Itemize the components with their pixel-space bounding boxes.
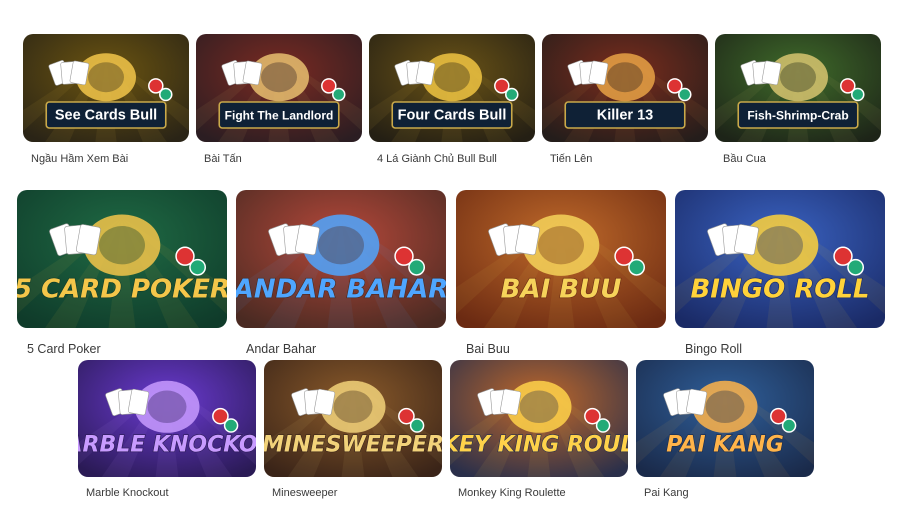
- game-card-marble-knockout[interactable]: MARBLE KNOCKOUT Marble Knockout: [78, 360, 256, 507]
- game-card-bingo-roll[interactable]: BINGO ROLL Bingo Roll: [675, 190, 885, 358]
- game-card-four-cards-bull[interactable]: Four Cards Bull 4 Lá Giành Chủ Bull Bull: [369, 34, 535, 172]
- game-thumbnail[interactable]: PAI KANG: [636, 360, 814, 477]
- game-caption[interactable]: Minesweeper: [272, 487, 337, 499]
- game-card-bai-buu[interactable]: BAI BUU Bai Buu: [456, 190, 666, 358]
- game-banner-title: See Cards Bull: [55, 108, 157, 124]
- game-card-andar-bahar[interactable]: ANDAR BAHAR Andar Bahar: [236, 190, 446, 358]
- game-logo-text: MARBLE KNOCKOUT: [78, 432, 256, 457]
- game-caption[interactable]: Ngầu Hầm Xem Bài: [31, 153, 128, 165]
- game-thumbnail[interactable]: 5 CARD POKER: [17, 190, 227, 328]
- game-caption[interactable]: Bầu Cua: [723, 153, 766, 165]
- game-logo-text: MINESWEEPER: [264, 432, 442, 457]
- game-caption[interactable]: 5 Card Poker: [27, 342, 101, 356]
- game-logo-text: PAI KANG: [666, 432, 784, 457]
- game-banner-title: Killer 13: [597, 108, 653, 124]
- game-logo-text: BAI BUU: [501, 275, 622, 305]
- game-caption[interactable]: Andar Bahar: [246, 342, 316, 356]
- game-card-killer-13[interactable]: Killer 13 Tiến Lên: [542, 34, 708, 172]
- game-card-minesweeper[interactable]: MINESWEEPER Minesweeper: [264, 360, 442, 507]
- game-card-5-card-poker[interactable]: 5 CARD POKER 5 Card Poker: [17, 190, 227, 358]
- game-thumbnail[interactable]: Four Cards Bull: [369, 34, 535, 142]
- game-thumbnail[interactable]: ANDAR BAHAR: [236, 190, 446, 328]
- game-card-see-cards-bull[interactable]: See Cards Bull Ngầu Hầm Xem Bài: [23, 34, 189, 172]
- game-logo-text: MONKEY KING ROULETTE: [450, 432, 628, 457]
- game-thumbnail[interactable]: Killer 13: [542, 34, 708, 142]
- game-logo-text: 5 CARD POKER: [17, 275, 227, 305]
- game-thumbnail[interactable]: MARBLE KNOCKOUT: [78, 360, 256, 477]
- game-card-monkey-king-roulette[interactable]: MONKEY KING ROULETTE Monkey King Roulette: [450, 360, 628, 507]
- game-card-fish-shrimp-crab[interactable]: Fish-Shrimp-Crab Bầu Cua: [715, 34, 881, 172]
- game-card-fight-the-landlord[interactable]: Fight The Landlord Bài Tấn: [196, 34, 362, 172]
- game-banner-title: Fight The Landlord: [225, 109, 334, 123]
- game-banner-title: Fish-Shrimp-Crab: [747, 109, 848, 123]
- game-thumbnail[interactable]: BINGO ROLL: [675, 190, 885, 328]
- game-caption[interactable]: Bai Buu: [466, 342, 510, 356]
- game-thumbnail[interactable]: MINESWEEPER: [264, 360, 442, 477]
- game-caption[interactable]: Bài Tấn: [204, 153, 242, 165]
- game-caption[interactable]: Pai Kang: [644, 487, 689, 499]
- game-caption[interactable]: Tiến Lên: [550, 153, 592, 165]
- game-banner-title: Four Cards Bull: [398, 108, 507, 124]
- game-caption[interactable]: 4 Lá Giành Chủ Bull Bull: [377, 153, 497, 165]
- game-thumbnail[interactable]: BAI BUU: [456, 190, 666, 328]
- game-logo-text: BINGO ROLL: [690, 275, 869, 305]
- game-thumbnail[interactable]: Fish-Shrimp-Crab: [715, 34, 881, 142]
- game-caption[interactable]: Marble Knockout: [86, 487, 169, 499]
- game-thumbnail[interactable]: See Cards Bull: [23, 34, 189, 142]
- game-caption[interactable]: Monkey King Roulette: [458, 487, 566, 499]
- game-thumbnail[interactable]: Fight The Landlord: [196, 34, 362, 142]
- game-card-pai-kang[interactable]: PAI KANG Pai Kang: [636, 360, 814, 507]
- game-caption[interactable]: Bingo Roll: [685, 342, 742, 356]
- game-logo-text: ANDAR BAHAR: [236, 275, 446, 305]
- game-thumbnail[interactable]: MONKEY KING ROULETTE: [450, 360, 628, 477]
